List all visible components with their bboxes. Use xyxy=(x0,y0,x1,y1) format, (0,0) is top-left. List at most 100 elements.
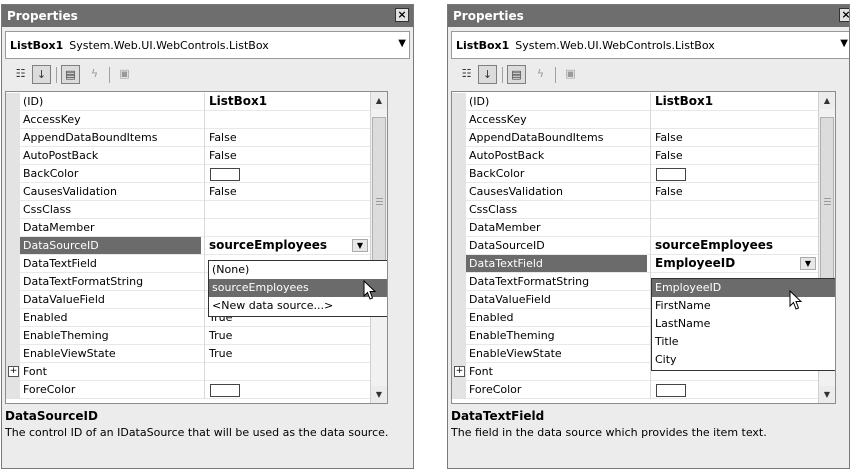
property-name: AccessKey xyxy=(469,113,527,126)
property-row[interactable]: AppendDataBoundItems False xyxy=(452,129,818,147)
expand-icon[interactable]: + xyxy=(8,366,19,377)
alphabetical-icon[interactable]: ↓ xyxy=(32,65,51,84)
dropdown-option[interactable]: <New data source...> xyxy=(209,297,387,315)
property-value-cell[interactable]: False xyxy=(650,183,819,201)
property-value-cell[interactable] xyxy=(650,201,819,219)
chevron-down-icon[interactable]: ▼ xyxy=(352,239,368,252)
categorized-icon[interactable]: ☷ xyxy=(457,65,476,84)
property-pages-icon[interactable]: ▣ xyxy=(115,65,134,84)
property-name: Enabled xyxy=(23,311,68,324)
property-value-cell[interactable] xyxy=(650,165,819,183)
events-icon[interactable]: ϟ xyxy=(85,65,104,84)
property-value-cell[interactable]: ListBox1 xyxy=(204,93,371,111)
close-button[interactable]: × xyxy=(395,8,409,22)
dropdown-option[interactable]: (None) xyxy=(209,261,387,279)
property-row[interactable]: AccessKey xyxy=(452,111,818,129)
property-value-cell[interactable]: True xyxy=(204,345,371,363)
color-swatch[interactable] xyxy=(656,384,686,397)
property-value-cell[interactable]: sourceEmployees ▼ xyxy=(204,237,371,255)
property-value-cell[interactable]: True xyxy=(204,327,371,345)
property-value-cell[interactable] xyxy=(204,111,371,129)
chevron-down-icon[interactable]: ▼ xyxy=(800,257,816,270)
properties-icon[interactable]: ▤ xyxy=(61,65,80,84)
property-value-cell[interactable] xyxy=(204,165,371,183)
property-value-cell[interactable] xyxy=(650,111,819,129)
dropdown-option[interactable]: FirstName xyxy=(652,297,835,315)
close-button[interactable]: × xyxy=(839,8,849,22)
property-row[interactable]: AutoPostBack False xyxy=(452,147,818,165)
expand-icon[interactable]: + xyxy=(454,366,465,377)
property-value-cell[interactable] xyxy=(204,219,371,237)
color-swatch[interactable] xyxy=(210,168,240,181)
scrollbar[interactable]: ▲ ▼ xyxy=(370,92,387,403)
property-row[interactable]: CausesValidation False xyxy=(452,183,818,201)
object-selector[interactable]: ListBox1 System.Web.UI.WebControls.ListBo… xyxy=(5,31,410,59)
property-row[interactable]: DataMember xyxy=(452,219,818,237)
property-row[interactable]: DataMember xyxy=(6,219,370,237)
property-row[interactable]: BackColor xyxy=(6,165,370,183)
object-selector[interactable]: ListBox1 System.Web.UI.WebControls.ListBo… xyxy=(451,31,849,59)
dropdown-option[interactable]: sourceEmployees xyxy=(209,279,387,297)
property-row[interactable]: (ID) ListBox1 xyxy=(452,93,818,111)
property-row[interactable]: AutoPostBack False xyxy=(6,147,370,165)
dropdown-option[interactable]: City xyxy=(652,351,835,369)
object-type: System.Web.UI.WebControls.ListBox xyxy=(69,39,269,52)
property-value-cell[interactable]: sourceEmployees xyxy=(650,237,819,255)
property-row[interactable]: DataSourceID sourceEmployees xyxy=(452,237,818,255)
property-row[interactable]: AppendDataBoundItems False xyxy=(6,129,370,147)
property-name: DataMember xyxy=(23,221,95,234)
property-value-cell[interactable]: False xyxy=(204,147,371,165)
property-value-cell[interactable]: False xyxy=(204,183,371,201)
property-row[interactable]: + Font xyxy=(6,363,370,381)
property-row[interactable]: CausesValidation False xyxy=(6,183,370,201)
property-row[interactable]: DataSourceID sourceEmployees ▼ xyxy=(6,237,370,255)
scroll-up-icon[interactable]: ▲ xyxy=(371,92,387,109)
property-value-cell[interactable] xyxy=(650,381,819,399)
property-value-cell[interactable] xyxy=(204,381,371,399)
events-icon[interactable]: ϟ xyxy=(531,65,550,84)
property-value-cell[interactable]: False xyxy=(204,129,371,147)
property-value-cell[interactable]: ListBox1 xyxy=(650,93,819,111)
property-row[interactable]: DataTextField EmployeeID ▼ xyxy=(452,255,818,273)
chevron-down-icon[interactable]: ▼ xyxy=(398,38,406,49)
dropdown-option[interactable]: Title xyxy=(652,333,835,351)
property-row[interactable]: CssClass xyxy=(452,201,818,219)
property-value-cell[interactable] xyxy=(650,219,819,237)
property-name: DataTextField xyxy=(23,257,97,270)
property-name: DataMember xyxy=(469,221,541,234)
property-value-cell[interactable] xyxy=(204,201,371,219)
property-row[interactable]: EnableTheming True xyxy=(6,327,370,345)
color-swatch[interactable] xyxy=(656,168,686,181)
property-row[interactable]: AccessKey xyxy=(6,111,370,129)
property-row[interactable]: BackColor xyxy=(452,165,818,183)
scroll-thumb[interactable] xyxy=(820,117,834,287)
property-value: EmployeeID xyxy=(655,256,736,270)
property-row[interactable]: ForeColor xyxy=(452,381,818,399)
dropdown-option[interactable]: LastName xyxy=(652,315,835,333)
scroll-up-icon[interactable]: ▲ xyxy=(819,92,835,109)
description-panel: DataTextField The field in the data sour… xyxy=(451,407,846,463)
property-name: Enabled xyxy=(469,311,514,324)
properties-icon[interactable]: ▤ xyxy=(507,65,526,84)
scroll-down-icon[interactable]: ▼ xyxy=(371,386,387,403)
mouse-cursor-icon xyxy=(789,290,803,310)
chevron-down-icon[interactable]: ▼ xyxy=(840,38,848,49)
property-value-cell[interactable]: False xyxy=(650,147,819,165)
property-value-cell[interactable] xyxy=(204,363,371,381)
alphabetical-icon[interactable]: ↓ xyxy=(478,65,497,84)
property-row[interactable]: EnableViewState True xyxy=(6,345,370,363)
property-value-cell[interactable]: False xyxy=(650,129,819,147)
categorized-icon[interactable]: ☷ xyxy=(11,65,30,84)
property-name: DataTextFormatString xyxy=(469,275,590,288)
property-row[interactable]: ForeColor xyxy=(6,381,370,399)
property-row[interactable]: (ID) ListBox1 xyxy=(6,93,370,111)
property-row[interactable]: CssClass xyxy=(6,201,370,219)
color-swatch[interactable] xyxy=(210,384,240,397)
dropdown-option[interactable]: EmployeeID xyxy=(652,279,835,297)
property-grid: ForeColor + Font EnableViewState True EnableT… xyxy=(5,91,388,404)
property-pages-icon[interactable]: ▣ xyxy=(561,65,580,84)
scroll-down-icon[interactable]: ▼ xyxy=(819,386,835,403)
property-value-cell[interactable]: EmployeeID ▼ xyxy=(650,255,819,273)
property-name: EnableViewState xyxy=(469,347,562,360)
row-gutter xyxy=(6,381,20,399)
